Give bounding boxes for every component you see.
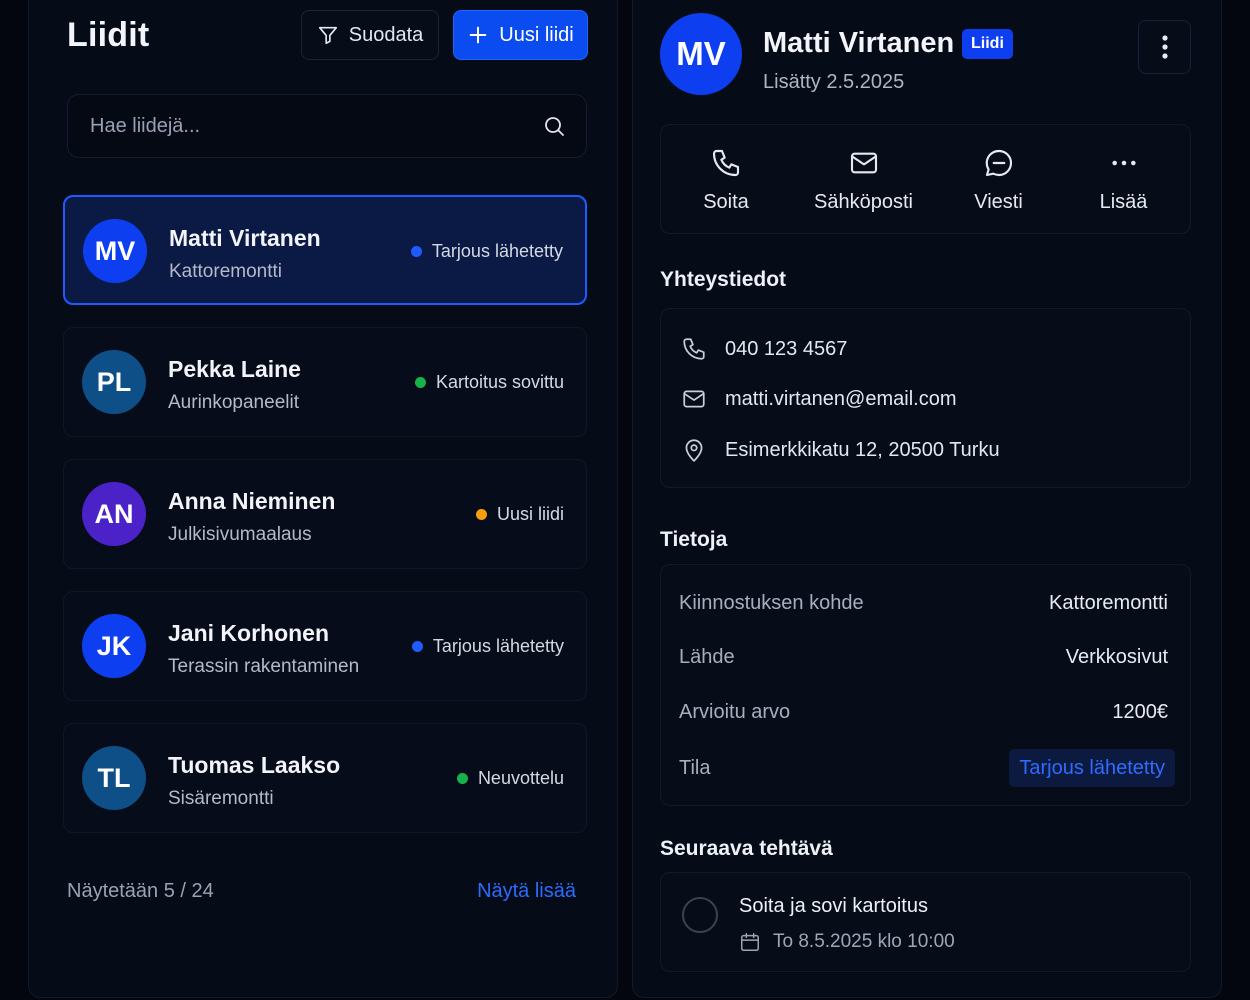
- mail-icon: [850, 152, 877, 173]
- lead-card-jani-korhonen[interactable]: JK Jani Korhonen Terassin rakentaminen T…: [63, 591, 587, 701]
- lead-project: Aurinkopaneelit: [168, 392, 299, 413]
- contact-phone: 040 123 4567: [725, 337, 848, 360]
- status-label: Tarjous lähetetty: [432, 636, 564, 656]
- lead-card-tuomas-laakso[interactable]: TL Tuomas Laakso Sisäremontti Neuvottelu: [63, 723, 587, 833]
- search-box: [67, 94, 587, 158]
- more-label: Lisää: [1099, 190, 1148, 213]
- results-count: Näytetään 5 / 24: [67, 880, 214, 902]
- lead-type-badge: Liidi: [962, 29, 1013, 59]
- contact-section-title: Yhteystiedot: [660, 268, 787, 291]
- contact-address: Esimerkkikatu 12, 20500 Turku: [725, 438, 1000, 461]
- status-label: Tarjous lähetetty: [431, 241, 563, 261]
- status-label: Neuvottelu: [477, 768, 564, 788]
- lead-detail-panel: MV Matti Virtanen Liidi Lisätty 2.5.2025…: [632, 0, 1222, 998]
- contact-email-row[interactable]: matti.virtanen@email.com: [681, 386, 956, 412]
- avatar: TL: [82, 746, 146, 810]
- call-button[interactable]: Soita: [661, 125, 791, 235]
- lead-project: Kattoremontti: [169, 261, 282, 282]
- task-card: Soita ja sovi kartoitus To 8.5.2025 klo …: [660, 872, 1191, 972]
- filter-label: Suodata: [348, 23, 424, 46]
- message-icon: [985, 149, 1012, 176]
- kebab-icon: [1161, 35, 1168, 59]
- avatar: MV: [83, 219, 147, 283]
- lead-card-matti-virtanen[interactable]: MV Matti Virtanen Kattoremontti Tarjous …: [63, 195, 587, 305]
- status-label: Uusi liidi: [496, 504, 564, 524]
- avatar: JK: [82, 614, 146, 678]
- action-bar: Soita Sähköposti Viesti Lisää: [660, 124, 1191, 234]
- lead-name: Jani Korhonen: [168, 620, 330, 646]
- email-label: Sähköposti: [814, 190, 913, 213]
- info-label-status: Tila: [679, 757, 711, 779]
- lead-name: Pekka Laine: [168, 356, 301, 382]
- more-actions-button[interactable]: Lisää: [1066, 125, 1181, 235]
- info-value-source: Verkkosivut: [1065, 646, 1168, 668]
- phone-icon: [683, 338, 705, 360]
- phone-icon: [712, 149, 740, 176]
- added-date: Lisätty 2.5.2025: [763, 71, 905, 93]
- contact-phone-row[interactable]: 040 123 4567: [681, 336, 847, 362]
- contact-email: matti.virtanen@email.com: [725, 387, 957, 410]
- new-lead-button[interactable]: Uusi liidi: [453, 10, 588, 60]
- lead-project: Julkisivumaalaus: [168, 524, 312, 545]
- status-dot: [411, 641, 423, 652]
- info-label-interest: Kiinnostuksen kohde: [679, 592, 864, 614]
- status-badge: Uusi liidi: [475, 504, 564, 525]
- filter-icon: [318, 26, 337, 45]
- info-label-estimated-value: Arvioitu arvo: [679, 701, 791, 723]
- avatar: PL: [82, 350, 146, 414]
- status-dot: [410, 246, 422, 257]
- mail-icon: [683, 390, 705, 408]
- more-options-button[interactable]: [1138, 20, 1191, 74]
- message-button[interactable]: Viesti: [941, 125, 1056, 235]
- status-badge: Tarjous lähetetty: [411, 636, 564, 657]
- calendar-icon: [741, 933, 759, 951]
- lead-name: Matti Virtanen: [169, 225, 321, 251]
- avatar: AN: [82, 482, 146, 546]
- status-badge: Kartoitus sovittu: [414, 372, 564, 393]
- status-dot: [475, 509, 487, 520]
- search-icon[interactable]: [542, 114, 566, 138]
- task-title: Soita ja sovi kartoitus: [739, 895, 928, 917]
- detail-name: Matti Virtanen: [763, 27, 955, 59]
- status-label: Kartoitus sovittu: [435, 372, 564, 392]
- location-pin-icon: [685, 439, 703, 462]
- contact-address-row[interactable]: Esimerkkikatu 12, 20500 Turku: [681, 437, 1000, 463]
- new-lead-label: Uusi liidi: [499, 23, 574, 46]
- status-badge: Neuvottelu: [456, 768, 564, 789]
- info-label-source: Lähde: [679, 646, 735, 668]
- search-input[interactable]: [90, 114, 542, 138]
- plus-icon: [469, 26, 487, 44]
- page-title: Liidit: [67, 16, 150, 54]
- message-label: Viesti: [974, 190, 1023, 213]
- info-value-estimated-value: 1200€: [1112, 701, 1168, 723]
- status-dot: [414, 377, 426, 388]
- call-label: Soita: [703, 190, 749, 213]
- lead-card-anna-nieminen[interactable]: AN Anna Nieminen Julkisivumaalaus Uusi l…: [63, 459, 587, 569]
- lead-name: Anna Nieminen: [168, 488, 336, 514]
- status-dot: [456, 773, 468, 784]
- info-card: Kiinnostuksen kohde Kattoremontti Lähde …: [660, 564, 1191, 806]
- lead-name: Tuomas Laakso: [168, 752, 341, 778]
- task-complete-checkbox[interactable]: [682, 897, 718, 933]
- more-icon: [1111, 160, 1136, 165]
- status-badge: Tarjous lähetetty: [410, 241, 563, 262]
- lead-card-pekka-laine[interactable]: PL Pekka Laine Aurinkopaneelit Kartoitus…: [63, 327, 587, 437]
- email-button[interactable]: Sähköposti: [801, 125, 926, 235]
- task-section-title: Seuraava tehtävä: [660, 837, 833, 860]
- info-value-interest: Kattoremontti: [1049, 592, 1168, 614]
- info-section-title: Tietoja: [660, 528, 728, 551]
- avatar: MV: [660, 13, 742, 95]
- contact-card: 040 123 4567 matti.virtanen@email.com Es…: [660, 308, 1191, 488]
- lead-project: Terassin rakentaminen: [168, 656, 360, 677]
- show-more-link[interactable]: Näytä lisää: [477, 880, 576, 903]
- task-due-date: To 8.5.2025 klo 10:00: [739, 931, 955, 953]
- status-badge[interactable]: Tarjous lähetetty: [1009, 749, 1175, 787]
- filter-button[interactable]: Suodata: [301, 10, 439, 60]
- task-date-text: To 8.5.2025 klo 10:00: [773, 931, 955, 952]
- lead-project: Sisäremontti: [168, 788, 274, 809]
- leads-panel: Liidit Suodata Uusi liidi MV Matti Virta…: [28, 0, 618, 998]
